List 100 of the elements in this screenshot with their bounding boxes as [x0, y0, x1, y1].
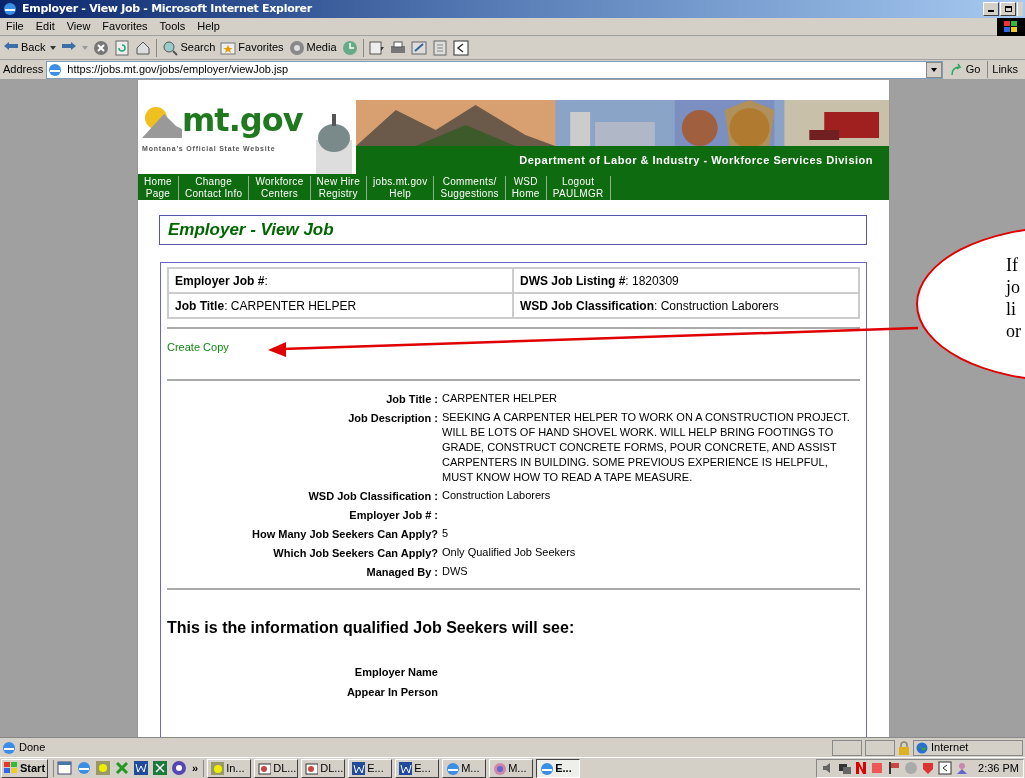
globe-e-icon	[445, 761, 460, 775]
go-arrow-icon	[949, 62, 964, 77]
word-icon	[351, 761, 366, 775]
edit-icon	[410, 39, 427, 56]
clock-icon	[95, 760, 112, 776]
media-button[interactable]: Media	[288, 39, 337, 56]
nav-link[interactable]: Change Contact Info	[178, 176, 250, 200]
stop-button[interactable]	[93, 39, 110, 56]
document-icon	[431, 39, 448, 56]
refresh-button[interactable]	[114, 39, 131, 56]
taskbar-button[interactable]: E...	[395, 758, 440, 778]
tray-window-icon	[938, 761, 953, 775]
address-field[interactable]: https://jobs.mt.gov/jobs/employer/viewJob.jsp	[46, 60, 943, 79]
site-logo: mt.gov	[182, 102, 303, 138]
restore-button[interactable]	[1000, 2, 1016, 16]
field-value: DWS	[442, 563, 469, 579]
dropdown-arrow-icon	[50, 45, 57, 50]
tray-app-icon	[870, 761, 885, 775]
print-button[interactable]	[389, 39, 406, 56]
quick-launch-button[interactable]	[133, 760, 150, 776]
home-icon	[135, 39, 152, 56]
tools-icon	[114, 760, 131, 776]
field-label: How Many Job Seekers Can Apply?	[250, 526, 438, 542]
nav-link[interactable]: jobs.mt.gov Help	[367, 176, 435, 200]
field-label: Managed By :	[365, 564, 438, 580]
more-button[interactable]: »	[190, 759, 201, 777]
field-value: Construction Laborers	[442, 487, 552, 503]
menu-item[interactable]: Edit	[29, 18, 61, 35]
flag-tray-icon	[887, 761, 902, 775]
menu-item[interactable]: Favorites	[96, 18, 154, 35]
nav-link[interactable]: Home Page	[138, 176, 179, 200]
field-label: Appear In Person	[345, 685, 438, 700]
dropdown-arrow-icon	[82, 45, 89, 50]
go-button[interactable]: Go	[945, 61, 985, 78]
quick-launch-button[interactable]	[76, 760, 93, 776]
mail-icon	[368, 39, 385, 56]
taskbar-button[interactable]: DL...	[301, 758, 346, 778]
refresh-icon	[114, 39, 131, 56]
tray-figure-icon	[955, 761, 970, 775]
section-heading: This is the information qualified Job Seekers will see:	[167, 617, 576, 638]
mail-button[interactable]	[368, 39, 385, 56]
magnifier-icon	[162, 39, 179, 56]
dropdown-button[interactable]	[925, 61, 942, 78]
field-value: Only Qualified Job Seekers	[442, 544, 577, 560]
status-pane	[832, 739, 862, 756]
clock-icon	[210, 761, 225, 775]
home-button[interactable]	[135, 39, 152, 56]
sun-mountain-icon	[142, 104, 182, 138]
callout-text: If	[1006, 254, 1019, 276]
field-value: 5	[442, 525, 450, 541]
windows-flag-icon	[4, 762, 18, 774]
taskbar-button[interactable]: E...	[536, 758, 581, 778]
favorites-button[interactable]: Favorites	[220, 39, 284, 56]
callout-text: or	[1006, 320, 1022, 342]
start-button[interactable]: Start	[1, 758, 49, 778]
field-label: Job Description :	[347, 410, 438, 426]
search-button[interactable]: Search	[162, 39, 216, 56]
address-label: Address	[3, 62, 44, 78]
nav-link[interactable]: Logout PAULMGR	[546, 176, 611, 200]
shield-icon	[921, 761, 936, 775]
menu-item[interactable]: File	[0, 18, 30, 35]
menu-item[interactable]: Tools	[153, 18, 192, 35]
clock-time: 2:36 PM	[978, 760, 1019, 776]
links-button[interactable]: Links	[987, 61, 1022, 78]
edit-button[interactable]	[410, 39, 427, 56]
menu-item[interactable]: View	[60, 18, 97, 35]
network-icon	[838, 761, 853, 775]
quick-launch-button[interactable]	[171, 760, 188, 776]
callout-text: li	[1006, 298, 1017, 320]
nav-link[interactable]: Comments/ Suggestions	[434, 176, 506, 200]
table-cell: WSD Job Classification: Construction Laborers	[513, 293, 859, 318]
menu-item[interactable]: Help	[191, 18, 226, 35]
table-cell: DWS Job Listing #: 1820309	[513, 268, 859, 293]
globe-icon	[916, 741, 928, 754]
create-copy-link[interactable]: Create Copy	[167, 339, 229, 356]
field-label: Employer Job # :	[348, 507, 438, 523]
zone-text: Internet	[931, 740, 969, 756]
nav-link[interactable]: WSD Home	[505, 176, 547, 200]
globe-e-icon	[539, 761, 554, 775]
quick-launch-button[interactable]	[57, 760, 74, 776]
minimize-button[interactable]	[983, 2, 999, 16]
back-button[interactable]: Back	[3, 39, 46, 56]
taskbar-button[interactable]: E...	[348, 758, 393, 778]
nav-link[interactable]: Workforce Centers	[249, 176, 311, 200]
callout-text: jo	[1006, 276, 1021, 298]
department-name: Department of Labor & Industry - Workforce Services Division	[519, 152, 873, 168]
taskbar-button[interactable]: M...	[442, 758, 487, 778]
taskbar-button[interactable]: M...	[489, 758, 534, 778]
nav-link[interactable]: New Hire Registry	[310, 176, 368, 200]
word-icon	[398, 761, 413, 775]
printer-icon	[389, 39, 406, 56]
table-cell: Job Title: CARPENTER HELPER	[168, 293, 513, 318]
taskbar-button[interactable]: In...	[207, 758, 252, 778]
messenger-button[interactable]	[452, 39, 469, 56]
address-url: https://jobs.mt.gov/jobs/employer/viewJob.jsp	[67, 62, 290, 78]
quick-launch-button[interactable]	[152, 760, 169, 776]
field-value: SEEKING A CARPENTER HELPER TO WORK ON A CONSTRUCTION PROJECT. WILL BE LOTS OF HAND SHOVEL WORK. WILL HELP BRING FOOTINGS TO GRADE, CONSTRUCT CONCRETE FORMS, POUR CONCRETE, AND ASSIST CARPENTERS IN BUILDING. SOME PREVIOUS EXPERIENCE IS HELPFUL, MUST KNOW HOW TO READ A TAPE MEASURE.	[442, 409, 851, 485]
stop-icon	[93, 39, 110, 56]
taskbar-button[interactable]: DL...	[254, 758, 299, 778]
app-icon	[492, 761, 507, 775]
